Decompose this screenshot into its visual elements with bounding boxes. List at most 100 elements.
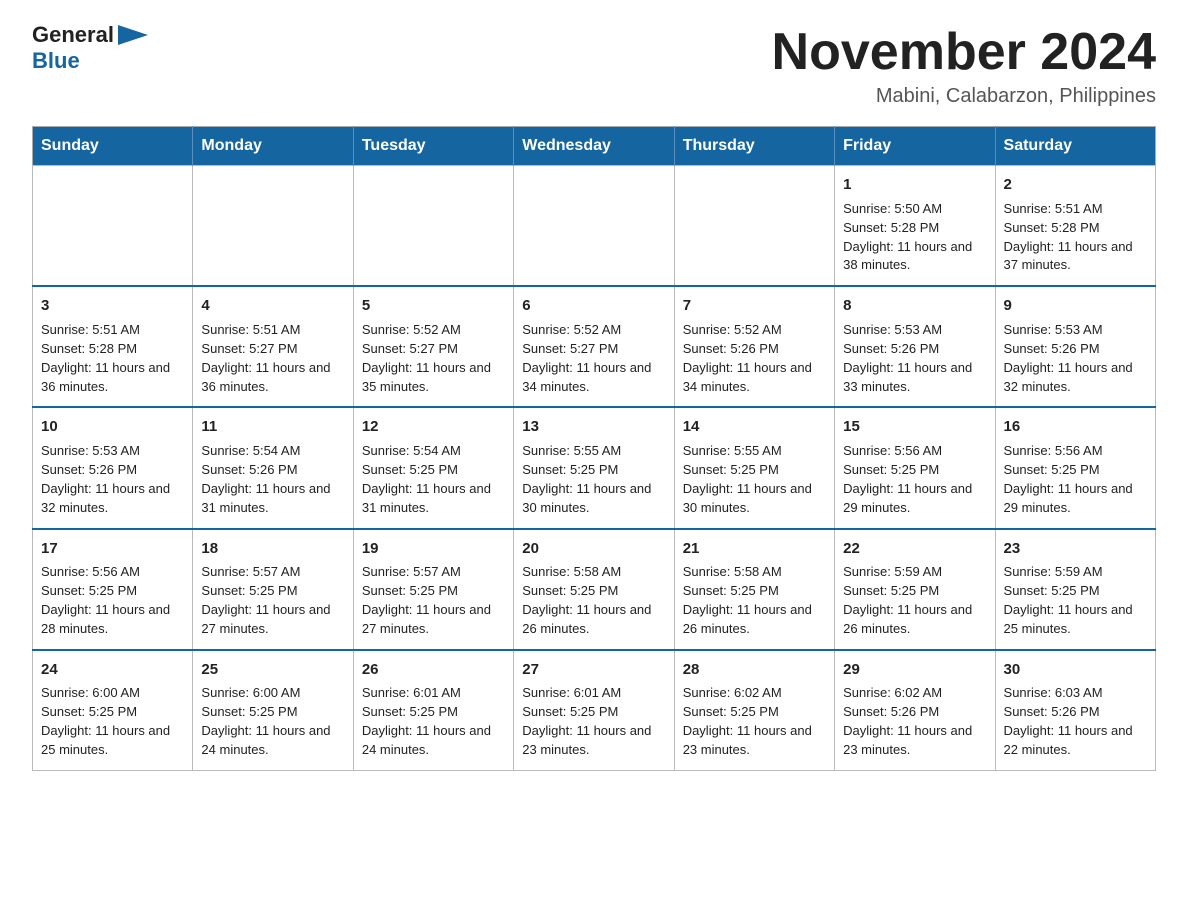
day-number: 11 bbox=[201, 416, 344, 438]
day-info: Sunrise: 6:00 AM Sunset: 5:25 PM Dayligh… bbox=[201, 684, 344, 759]
day-info: Sunrise: 6:03 AM Sunset: 5:26 PM Dayligh… bbox=[1004, 684, 1147, 759]
day-number: 9 bbox=[1004, 295, 1147, 317]
calendar-cell: 21Sunrise: 5:58 AM Sunset: 5:25 PM Dayli… bbox=[674, 529, 834, 650]
calendar-cell: 14 Sunrise: 5:55 AM Sunset: 5:25 PM Dayli… bbox=[674, 407, 834, 528]
calendar-week-row: 3 Sunrise: 5:51 AM Sunset: 5:28 PM Daylig… bbox=[33, 286, 1156, 407]
weekday-header-friday: Friday bbox=[835, 127, 995, 166]
calendar-cell: 1Sunrise: 5:50 AM Sunset: 5:28 PM Daylig… bbox=[835, 166, 995, 287]
day-number: 17 bbox=[41, 538, 184, 560]
calendar-cell: 7Sunrise: 5:52 AM Sunset: 5:26 PM Daylig… bbox=[674, 286, 834, 407]
calendar-cell: 16Sunrise: 5:56 AM Sunset: 5:25 PM Dayli… bbox=[995, 407, 1155, 528]
calendar-cell: 19 Sunrise: 5:57 AM Sunset: 5:25 PM Dayli… bbox=[353, 529, 513, 650]
day-info: Sunrise: 5:57 AM Sunset: 5:25 PM Dayligh… bbox=[362, 563, 505, 638]
month-title: November 2024 bbox=[772, 24, 1156, 81]
day-info: Sunrise: 5:54 AM Sunset: 5:26 PM Dayligh… bbox=[201, 442, 344, 517]
day-info: Sunrise: 5:51 AM Sunset: 5:28 PM Dayligh… bbox=[41, 321, 184, 396]
day-info: Sunrise: 5:58 AM Sunset: 5:25 PM Dayligh… bbox=[683, 563, 826, 638]
day-info: Sunrise: 5:57 AM Sunset: 5:25 PM Dayligh… bbox=[201, 563, 344, 638]
day-number: 25 bbox=[201, 659, 344, 681]
day-info: Sunrise: 5:53 AM Sunset: 5:26 PM Dayligh… bbox=[41, 442, 184, 517]
logo: General Blue bbox=[32, 24, 150, 74]
day-number: 4 bbox=[201, 295, 344, 317]
day-info: Sunrise: 6:01 AM Sunset: 5:25 PM Dayligh… bbox=[362, 684, 505, 759]
page-header: General Blue November 2024 Mabini, Calab… bbox=[32, 24, 1156, 108]
calendar-cell: 13Sunrise: 5:55 AM Sunset: 5:25 PM Dayli… bbox=[514, 407, 674, 528]
weekday-header-monday: Monday bbox=[193, 127, 353, 166]
day-number: 29 bbox=[843, 659, 986, 681]
calendar-cell: 27 Sunrise: 6:01 AM Sunset: 5:25 PM Dayli… bbox=[514, 650, 674, 771]
day-number: 19 bbox=[362, 538, 505, 560]
day-info: Sunrise: 5:52 AM Sunset: 5:27 PM Dayligh… bbox=[362, 321, 505, 396]
day-info: Sunrise: 5:59 AM Sunset: 5:25 PM Dayligh… bbox=[1004, 563, 1147, 638]
day-info: Sunrise: 5:56 AM Sunset: 5:25 PM Dayligh… bbox=[41, 563, 184, 638]
day-number: 2 bbox=[1004, 174, 1147, 196]
calendar-cell: 24 Sunrise: 6:00 AM Sunset: 5:25 PM Dayli… bbox=[33, 650, 193, 771]
calendar-cell: 2 Sunrise: 5:51 AM Sunset: 5:28 PM Daylig… bbox=[995, 166, 1155, 287]
calendar-cell: 5 Sunrise: 5:52 AM Sunset: 5:27 PM Daylig… bbox=[353, 286, 513, 407]
calendar-cell: 28 Sunrise: 6:02 AM Sunset: 5:25 PM Dayli… bbox=[674, 650, 834, 771]
calendar-cell: 9Sunrise: 5:53 AM Sunset: 5:26 PM Daylig… bbox=[995, 286, 1155, 407]
day-info: Sunrise: 5:51 AM Sunset: 5:27 PM Dayligh… bbox=[201, 321, 344, 396]
calendar-cell: 8Sunrise: 5:53 AM Sunset: 5:26 PM Daylig… bbox=[835, 286, 995, 407]
day-info: Sunrise: 6:00 AM Sunset: 5:25 PM Dayligh… bbox=[41, 684, 184, 759]
day-number: 23 bbox=[1004, 538, 1147, 560]
day-number: 7 bbox=[683, 295, 826, 317]
calendar-cell: 29 Sunrise: 6:02 AM Sunset: 5:26 PM Dayli… bbox=[835, 650, 995, 771]
location-title: Mabini, Calabarzon, Philippines bbox=[772, 85, 1156, 108]
day-info: Sunrise: 5:54 AM Sunset: 5:25 PM Dayligh… bbox=[362, 442, 505, 517]
logo-flag-icon bbox=[118, 25, 148, 45]
day-number: 13 bbox=[522, 416, 665, 438]
day-info: Sunrise: 5:58 AM Sunset: 5:25 PM Dayligh… bbox=[522, 563, 665, 638]
day-number: 20 bbox=[522, 538, 665, 560]
day-number: 26 bbox=[362, 659, 505, 681]
calendar-cell: 6Sunrise: 5:52 AM Sunset: 5:27 PM Daylig… bbox=[514, 286, 674, 407]
day-info: Sunrise: 6:02 AM Sunset: 5:26 PM Dayligh… bbox=[843, 684, 986, 759]
day-number: 12 bbox=[362, 416, 505, 438]
day-info: Sunrise: 5:53 AM Sunset: 5:26 PM Dayligh… bbox=[843, 321, 986, 396]
weekday-header-row: SundayMondayTuesdayWednesdayThursdayFrid… bbox=[33, 127, 1156, 166]
weekday-header-thursday: Thursday bbox=[674, 127, 834, 166]
day-number: 15 bbox=[843, 416, 986, 438]
calendar-cell bbox=[353, 166, 513, 287]
calendar-cell: 12 Sunrise: 5:54 AM Sunset: 5:25 PM Dayli… bbox=[353, 407, 513, 528]
day-info: Sunrise: 6:01 AM Sunset: 5:25 PM Dayligh… bbox=[522, 684, 665, 759]
calendar-week-row: 17 Sunrise: 5:56 AM Sunset: 5:25 PM Dayli… bbox=[33, 529, 1156, 650]
day-info: Sunrise: 5:52 AM Sunset: 5:27 PM Dayligh… bbox=[522, 321, 665, 396]
day-number: 18 bbox=[201, 538, 344, 560]
day-number: 24 bbox=[41, 659, 184, 681]
weekday-header-tuesday: Tuesday bbox=[353, 127, 513, 166]
calendar-cell: 4 Sunrise: 5:51 AM Sunset: 5:27 PM Daylig… bbox=[193, 286, 353, 407]
calendar-week-row: 10 Sunrise: 5:53 AM Sunset: 5:26 PM Dayli… bbox=[33, 407, 1156, 528]
calendar-cell: 22Sunrise: 5:59 AM Sunset: 5:25 PM Dayli… bbox=[835, 529, 995, 650]
calendar-cell: 3 Sunrise: 5:51 AM Sunset: 5:28 PM Daylig… bbox=[33, 286, 193, 407]
calendar-week-row: 1Sunrise: 5:50 AM Sunset: 5:28 PM Daylig… bbox=[33, 166, 1156, 287]
calendar-cell: 15 Sunrise: 5:56 AM Sunset: 5:25 PM Dayli… bbox=[835, 407, 995, 528]
calendar-cell: 10 Sunrise: 5:53 AM Sunset: 5:26 PM Dayli… bbox=[33, 407, 193, 528]
calendar-cell: 26 Sunrise: 6:01 AM Sunset: 5:25 PM Dayli… bbox=[353, 650, 513, 771]
day-number: 10 bbox=[41, 416, 184, 438]
day-number: 14 bbox=[683, 416, 826, 438]
day-number: 16 bbox=[1004, 416, 1147, 438]
weekday-header-wednesday: Wednesday bbox=[514, 127, 674, 166]
day-info: Sunrise: 5:51 AM Sunset: 5:28 PM Dayligh… bbox=[1004, 200, 1147, 275]
day-info: Sunrise: 5:56 AM Sunset: 5:25 PM Dayligh… bbox=[843, 442, 986, 517]
day-number: 30 bbox=[1004, 659, 1147, 681]
day-number: 5 bbox=[362, 295, 505, 317]
day-number: 28 bbox=[683, 659, 826, 681]
calendar-cell: 11 Sunrise: 5:54 AM Sunset: 5:26 PM Dayli… bbox=[193, 407, 353, 528]
day-info: Sunrise: 5:55 AM Sunset: 5:25 PM Dayligh… bbox=[683, 442, 826, 517]
calendar-cell: 30 Sunrise: 6:03 AM Sunset: 5:26 PM Dayli… bbox=[995, 650, 1155, 771]
day-number: 27 bbox=[522, 659, 665, 681]
title-area: November 2024 Mabini, Calabarzon, Philip… bbox=[772, 24, 1156, 108]
day-info: Sunrise: 6:02 AM Sunset: 5:25 PM Dayligh… bbox=[683, 684, 826, 759]
calendar-table: SundayMondayTuesdayWednesdayThursdayFrid… bbox=[32, 126, 1156, 771]
calendar-cell: 20 Sunrise: 5:58 AM Sunset: 5:25 PM Dayli… bbox=[514, 529, 674, 650]
calendar-cell: 25 Sunrise: 6:00 AM Sunset: 5:25 PM Dayli… bbox=[193, 650, 353, 771]
day-number: 1 bbox=[843, 174, 986, 196]
calendar-cell bbox=[674, 166, 834, 287]
calendar-cell bbox=[514, 166, 674, 287]
weekday-header-saturday: Saturday bbox=[995, 127, 1155, 166]
day-number: 22 bbox=[843, 538, 986, 560]
calendar-cell: 23 Sunrise: 5:59 AM Sunset: 5:25 PM Dayli… bbox=[995, 529, 1155, 650]
day-number: 3 bbox=[41, 295, 184, 317]
